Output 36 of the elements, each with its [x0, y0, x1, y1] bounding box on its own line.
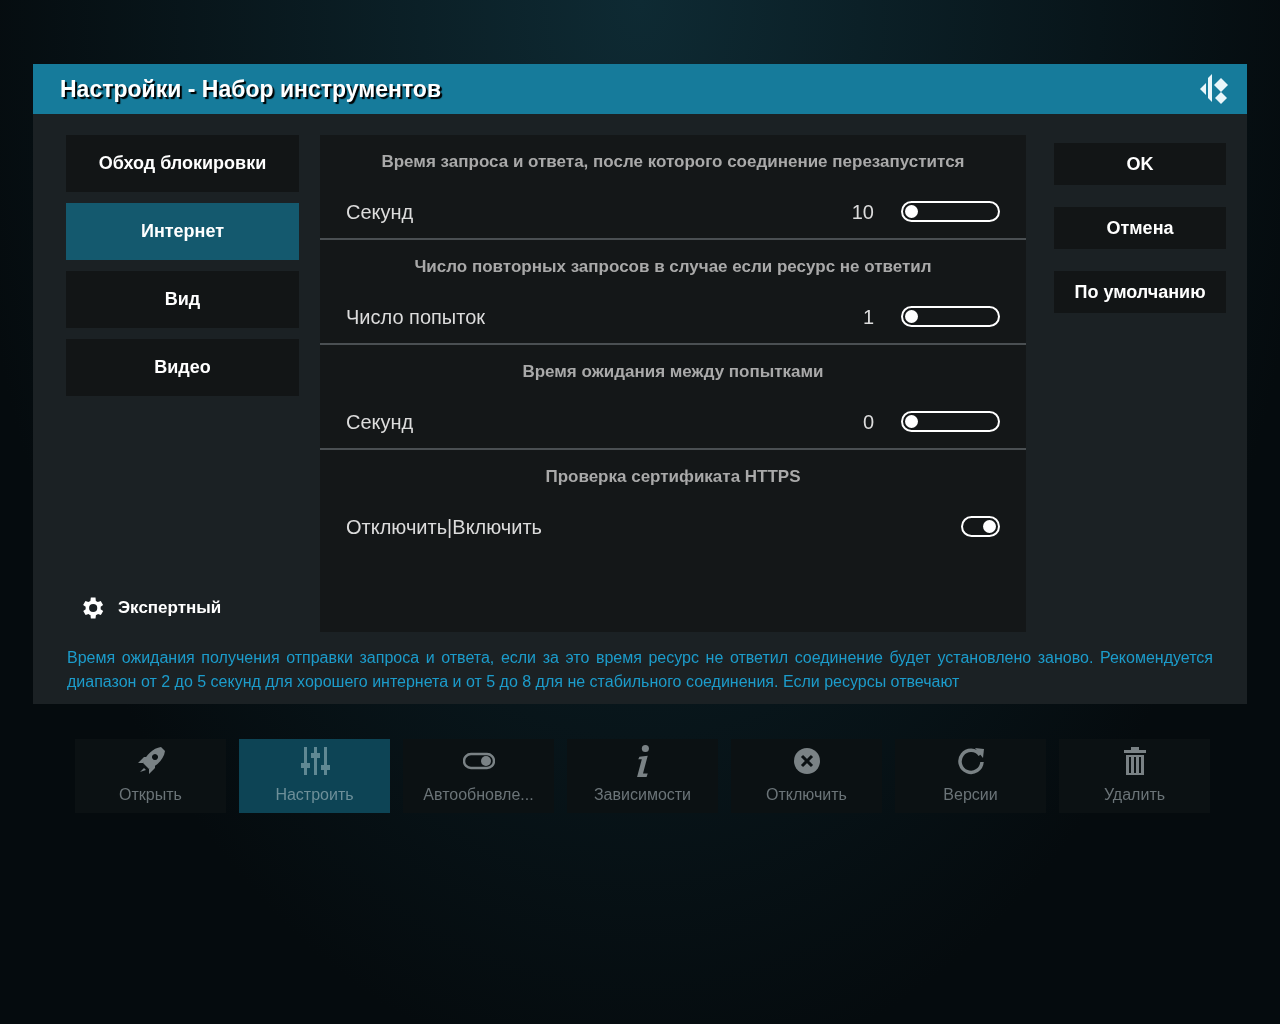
toolbar-button[interactable]: Автообновле...	[403, 739, 554, 813]
setting-description: Время ожидания получения отправки запроса и ответа, если за это время ресурс не ответил соединение будет установлено заново. Рекомендуется диапазон от 2 до 5 секунд для хорошего интернета и от 5 до 8 для не стабильного соединения. Если ресурсы отвечают	[67, 648, 1213, 692]
setting-heading: Время ожидания между попытками	[521, 361, 825, 383]
dialog-button[interactable]: По умолчанию	[1054, 271, 1226, 313]
settings-level-label[interactable]: Экспертный	[118, 595, 222, 621]
setting-label[interactable]: Число попыток	[346, 301, 863, 332]
setting-heading: Время запроса и ответа, после которого соединение перезапустится	[380, 151, 966, 173]
toolbar-button[interactable]: Отключить	[731, 739, 882, 813]
slider-thumb[interactable]	[905, 415, 918, 428]
setting-heading: Число повторных запросов в случае если ресурс не ответил	[413, 256, 933, 278]
dialog-button[interactable]: OK	[1054, 143, 1226, 185]
setting-value: 0	[862, 409, 874, 435]
category-tab[interactable]: Видео	[66, 339, 299, 396]
setting-value: 1	[862, 304, 874, 330]
toggle-switch[interactable]	[961, 516, 1000, 537]
setting-label[interactable]: Отключить|Включить	[346, 511, 961, 542]
slider-track[interactable]	[901, 411, 1000, 432]
setting-label[interactable]: Секунд	[346, 196, 852, 227]
info-icon	[636, 745, 649, 777]
setting-value: 10	[851, 199, 874, 225]
category-tab[interactable]: Обход блокировки	[66, 135, 299, 192]
toolbar-button[interactable]: Удалить	[1059, 739, 1210, 813]
category-tab[interactable]: Интернет	[66, 203, 299, 260]
dialog-button[interactable]: Отмена	[1054, 207, 1226, 249]
slider-track[interactable]	[901, 201, 1000, 222]
toolbar-button[interactable]: Зависимости	[567, 739, 718, 813]
slider-thumb[interactable]	[905, 205, 918, 218]
setting-heading: Проверка сертификата HTTPS	[544, 466, 802, 488]
slider-thumb[interactable]	[905, 310, 918, 323]
category-tab[interactable]: Вид	[66, 271, 299, 328]
toolbar-button[interactable]: Версии	[895, 739, 1046, 813]
dialog-title: Настройки - Набор инструментов	[60, 74, 442, 104]
slider-track[interactable]	[901, 306, 1000, 327]
setting-label[interactable]: Секунд	[346, 406, 863, 437]
toolbar-button[interactable]: Открыть	[75, 739, 226, 813]
sliders-icon	[298, 745, 331, 777]
